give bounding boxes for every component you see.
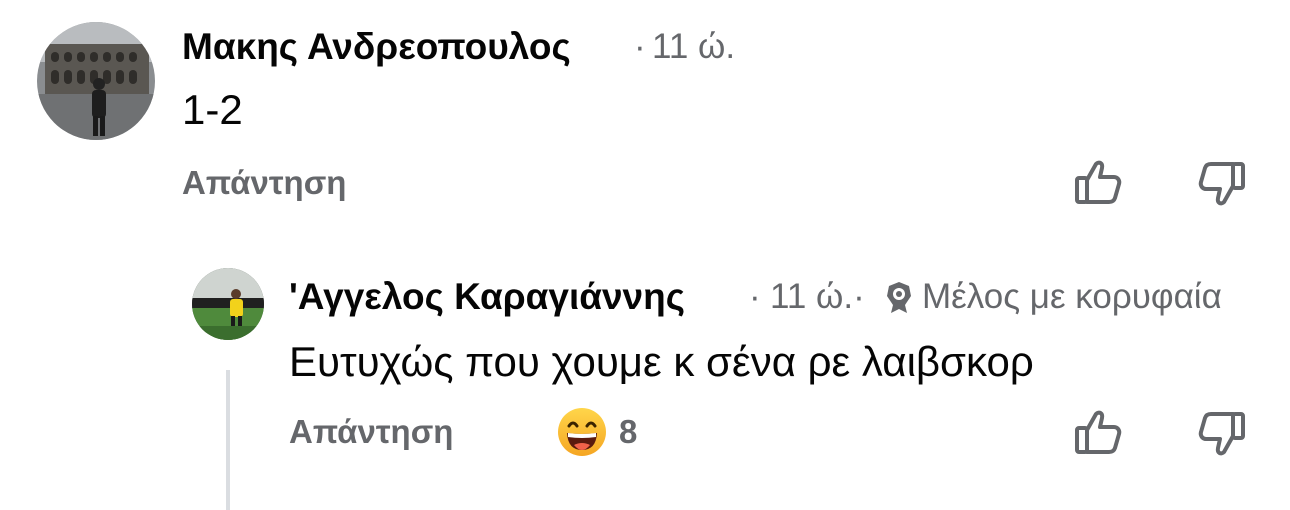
comment-text: 1-2 [182,86,243,133]
thread-connector-line [226,370,232,510]
reply-text: Ευτυχώς που χουμε κ σένα ρε λαιβσκορ [289,338,1034,385]
dislike-button[interactable] [1196,408,1248,460]
reaction-button[interactable] [556,406,608,458]
reply-button[interactable]: Απάντηση [182,164,346,202]
thumbs-up-icon [1075,160,1122,204]
like-button[interactable] [1072,156,1124,208]
thumbs-down-icon [1198,412,1245,456]
grinning-sweat-emoji [558,408,606,456]
avatar[interactable] [192,268,264,340]
comment-author[interactable]: Μακης Ανδρεοπουλος [182,26,571,68]
reply-author[interactable]: 'Αγγελος Καραγιάννης [289,276,685,318]
thumbs-down-icon [1198,162,1245,206]
reply-button[interactable]: Απάντηση [289,413,453,451]
meta-separator: · [749,277,761,316]
reaction-count[interactable]: 8 [619,413,637,451]
top-fan-badge-icon [884,280,914,314]
dislike-button[interactable] [1196,158,1248,210]
meta-separator: · [634,27,646,66]
like-button[interactable] [1072,406,1124,458]
reply-timestamp[interactable]: 11 ώ.· [770,277,865,317]
avatar[interactable] [37,22,155,140]
top-fan-badge-label[interactable]: Μέλος με κορυφαία [922,277,1222,317]
comment-timestamp[interactable]: 11 ώ. [652,27,735,67]
thumbs-up-icon [1075,410,1122,454]
